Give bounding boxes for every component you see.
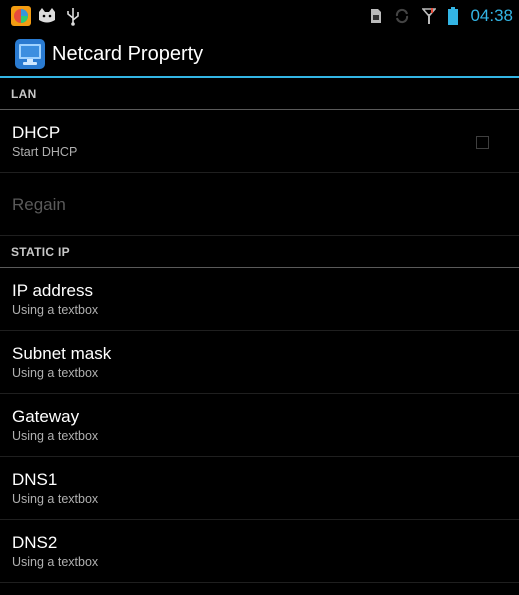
page-title: Netcard Property: [52, 43, 204, 65]
sim-icon: [371, 9, 382, 23]
pref-gateway[interactable]: Gateway Using a textbox: [0, 394, 519, 457]
color-app-icon: [11, 6, 31, 26]
pref-dhcp[interactable]: DHCP Start DHCP: [0, 110, 519, 173]
usb-icon: [67, 8, 79, 26]
pref-dns2-title: DNS2: [12, 533, 58, 552]
status-clock: 04:38: [470, 6, 513, 25]
battery-icon: [448, 7, 459, 25]
pref-subnet-mask-title: Subnet mask: [12, 344, 112, 363]
pref-ip-address-summary: Using a textbox: [12, 303, 99, 317]
cat-icon: [39, 8, 55, 23]
pref-gateway-title: Gateway: [12, 407, 80, 426]
netcard-app-icon[interactable]: [15, 39, 45, 69]
pref-dns2[interactable]: DNS2 Using a textbox: [0, 520, 519, 583]
pref-dns1-summary: Using a textbox: [12, 492, 99, 506]
pref-dns1[interactable]: DNS1 Using a textbox: [0, 457, 519, 520]
pref-subnet-mask-summary: Using a textbox: [12, 366, 99, 380]
dhcp-checkbox[interactable]: [476, 136, 489, 149]
pref-ip-address[interactable]: IP address Using a textbox: [0, 268, 519, 331]
pref-subnet-mask[interactable]: Subnet mask Using a textbox: [0, 331, 519, 394]
preference-list: LAN DHCP Start DHCP Regain STATIC IP IP …: [0, 78, 519, 583]
pref-regain: Regain: [0, 173, 519, 236]
pref-dhcp-title: DHCP: [12, 123, 61, 142]
action-bar: Netcard Property: [0, 33, 519, 78]
pref-regain-title: Regain: [12, 194, 66, 214]
category-static-ip: STATIC IP: [0, 236, 519, 268]
pref-gateway-summary: Using a textbox: [12, 429, 99, 443]
pref-ip-address-title: IP address: [12, 281, 93, 300]
pref-dns1-title: DNS1: [12, 470, 58, 489]
category-lan: LAN: [0, 78, 519, 110]
sync-icon: [396, 8, 409, 24]
pref-dns2-summary: Using a textbox: [12, 555, 99, 569]
signal-icon: [422, 8, 437, 24]
pref-dhcp-summary: Start DHCP: [12, 145, 78, 159]
status-bar: 04:38: [0, 0, 519, 33]
